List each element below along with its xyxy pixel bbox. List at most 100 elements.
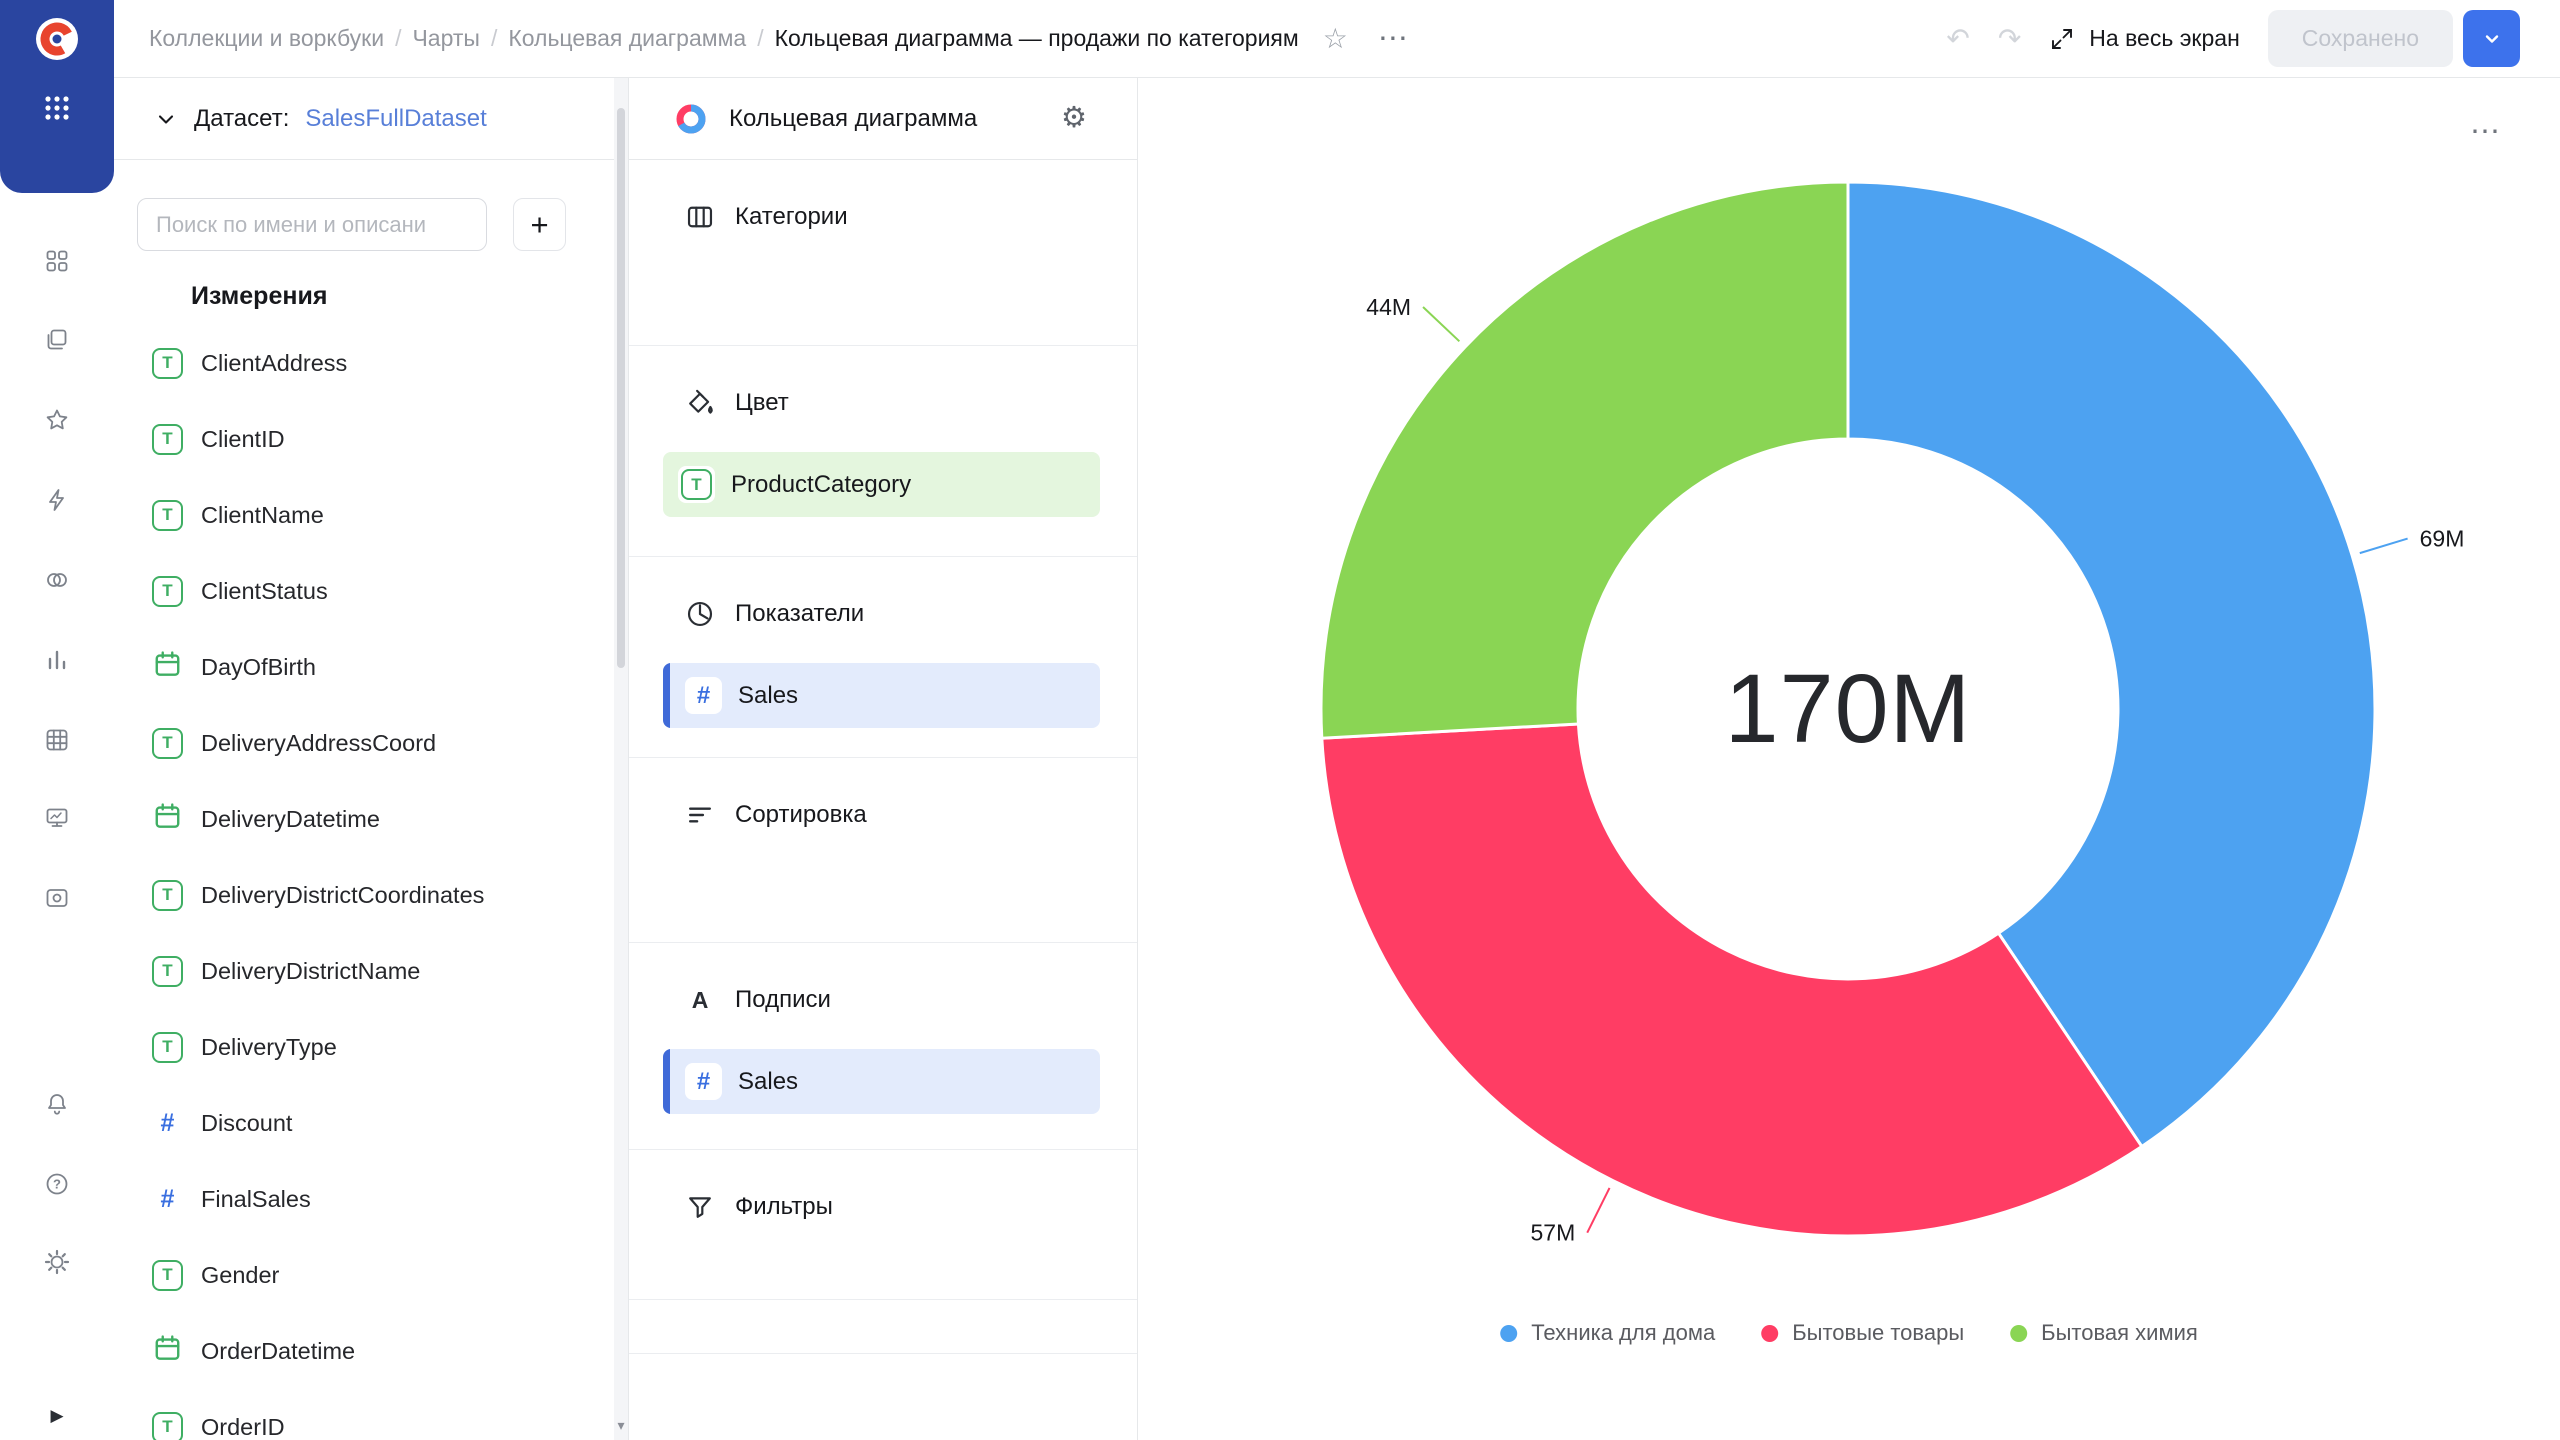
donut-chart-type-icon [673, 101, 709, 137]
save-dropdown-button[interactable] [2463, 10, 2520, 67]
field-row-orderid[interactable]: T OrderID [152, 1389, 606, 1440]
slice-value-label-1: 57M [1530, 1220, 1575, 1246]
dataset-header[interactable]: Датасет: SalesFullDataset [114, 78, 628, 160]
scrollbar-thumb[interactable] [617, 108, 625, 668]
labels-icon: A [685, 987, 715, 1014]
more-menu-icon[interactable]: ⋯ [1378, 21, 1410, 56]
field-row-orderdatetime[interactable]: OrderDatetime [152, 1313, 606, 1389]
legend-label: Бытовые товары [1792, 1320, 1964, 1346]
string-type-icon: T [152, 880, 183, 911]
chart-more-menu-icon[interactable]: ⋯ [2470, 114, 2502, 149]
label-leader-line-1 [1587, 1188, 1609, 1233]
field-row-gender[interactable]: T Gender [152, 1237, 606, 1313]
string-type-icon: T [152, 1032, 183, 1063]
slice-value-label-0: 69M [2420, 526, 2465, 552]
field-name: ClientStatus [201, 578, 328, 605]
storage-icon[interactable] [0, 874, 114, 922]
field-name: DayOfBirth [201, 654, 316, 681]
section-sort[interactable]: Сортировка [629, 758, 1137, 943]
string-type-icon: T [152, 1260, 183, 1291]
date-type-icon [152, 1333, 183, 1369]
field-row-deliverytype[interactable]: T DeliveryType [152, 1009, 606, 1085]
field-row-clientid[interactable]: T ClientID [152, 401, 606, 477]
workbooks-icon[interactable] [0, 237, 114, 285]
sort-icon [685, 800, 715, 830]
string-type-icon: T [152, 424, 183, 455]
field-row-dayofbirth[interactable]: DayOfBirth [152, 629, 606, 705]
breadcrumb-charts[interactable]: Чарты [412, 25, 479, 52]
number-type-icon: # [685, 677, 722, 714]
fullscreen-label: На весь экран [2089, 25, 2240, 52]
undo-icon[interactable]: ↶ [1946, 22, 1969, 55]
favorites-icon[interactable] [0, 396, 114, 444]
measure-field-chip[interactable]: # Sales [663, 663, 1100, 728]
field-row-finalsales[interactable]: # FinalSales [152, 1161, 606, 1237]
chart-center-total: 170M [1725, 653, 1972, 765]
help-icon[interactable]: ? [0, 1160, 114, 1208]
field-row-deliveryaddresscoord[interactable]: T DeliveryAddressCoord [152, 705, 606, 781]
breadcrumb-donut-chart[interactable]: Кольцевая диаграмма [508, 25, 746, 52]
add-field-button[interactable]: + [513, 198, 566, 251]
apps-grid-icon[interactable] [42, 93, 72, 128]
collapse-rail-icon[interactable]: ▶ [0, 1406, 114, 1426]
section-color[interactable]: Цвет T ProductCategory [629, 346, 1137, 557]
field-row-deliverydistrictname[interactable]: T DeliveryDistrictName [152, 933, 606, 1009]
field-row-deliverydatetime[interactable]: DeliveryDatetime [152, 781, 606, 857]
donut-slice-1[interactable] [1322, 724, 2142, 1236]
field-row-clientstatus[interactable]: T ClientStatus [152, 553, 606, 629]
legend-dot [1761, 1325, 1778, 1342]
date-type-icon [152, 801, 183, 837]
redo-icon[interactable]: ↷ [1998, 22, 2021, 55]
field-row-clientaddress[interactable]: T ClientAddress [152, 325, 606, 401]
field-search-input[interactable] [137, 198, 487, 251]
legend-item-household-chemicals[interactable]: Бытовая химия [2010, 1320, 2198, 1346]
svg-text:?: ? [53, 1177, 61, 1192]
quick-actions-icon[interactable] [0, 476, 114, 524]
section-measures[interactable]: Показатели # Sales [629, 557, 1137, 758]
chip-label: Sales [738, 1068, 798, 1096]
measures-icon [685, 599, 715, 629]
breadcrumb-collections[interactable]: Коллекции и воркбуки [149, 25, 384, 52]
dashboards-icon[interactable] [0, 794, 114, 842]
chevron-down-icon [154, 107, 178, 131]
chart-type-header[interactable]: Кольцевая диаграмма ⚙ [629, 78, 1137, 160]
field-name: DeliveryType [201, 1034, 337, 1061]
datalens-logo[interactable] [34, 16, 80, 67]
section-label: Фильтры [735, 1193, 833, 1221]
saved-button[interactable]: Сохранено [2268, 10, 2453, 67]
breadcrumb-separator: / [395, 25, 401, 52]
fullscreen-button[interactable]: На весь экран [2049, 25, 2240, 52]
string-type-icon: T [152, 1412, 183, 1440]
color-field-chip[interactable]: T ProductCategory [663, 452, 1100, 517]
field-name: OrderDatetime [201, 1338, 355, 1365]
datasets-icon[interactable] [0, 716, 114, 764]
scroll-down-icon[interactable]: ▾ [614, 1417, 628, 1434]
field-name: DeliveryAddressCoord [201, 730, 436, 757]
notifications-bell-icon[interactable] [0, 1080, 114, 1128]
more-services-icon[interactable] [0, 954, 114, 1002]
section-categories[interactable]: Категории [629, 160, 1137, 346]
scrollbar-track[interactable]: ▾ [614, 78, 628, 1440]
string-type-icon: T [152, 728, 183, 759]
chart-settings-gear-icon[interactable]: ⚙ [1061, 104, 1087, 133]
field-row-deliverydistrictcoordinates[interactable]: T DeliveryDistrictCoordinates [152, 857, 606, 933]
legend-item-appliances[interactable]: Техника для дома [1500, 1320, 1715, 1346]
field-row-discount[interactable]: # Discount [152, 1085, 606, 1161]
label-leader-line-2 [1423, 307, 1459, 341]
string-type-icon: T [152, 500, 183, 531]
dataset-name-link[interactable]: SalesFullDataset [305, 105, 486, 133]
charts-icon[interactable] [0, 636, 114, 684]
settings-gear-icon[interactable] [0, 1238, 114, 1286]
dataset-panel: Датасет: SalesFullDataset + Измерения T … [114, 78, 629, 1440]
label-field-chip[interactable]: # Sales [663, 1049, 1100, 1114]
field-name: Gender [201, 1262, 279, 1289]
favorite-star-icon[interactable]: ☆ [1323, 22, 1348, 55]
connections-icon[interactable] [0, 556, 114, 604]
section-filters[interactable]: Фильтры [629, 1150, 1137, 1300]
collections-icon[interactable] [0, 316, 114, 364]
section-labels[interactable]: A Подписи # Sales [629, 943, 1137, 1150]
label-leader-line-0 [2360, 539, 2408, 554]
legend-item-household-goods[interactable]: Бытовые товары [1761, 1320, 1964, 1346]
field-row-clientname[interactable]: T ClientName [152, 477, 606, 553]
string-type-icon: T [678, 466, 715, 503]
